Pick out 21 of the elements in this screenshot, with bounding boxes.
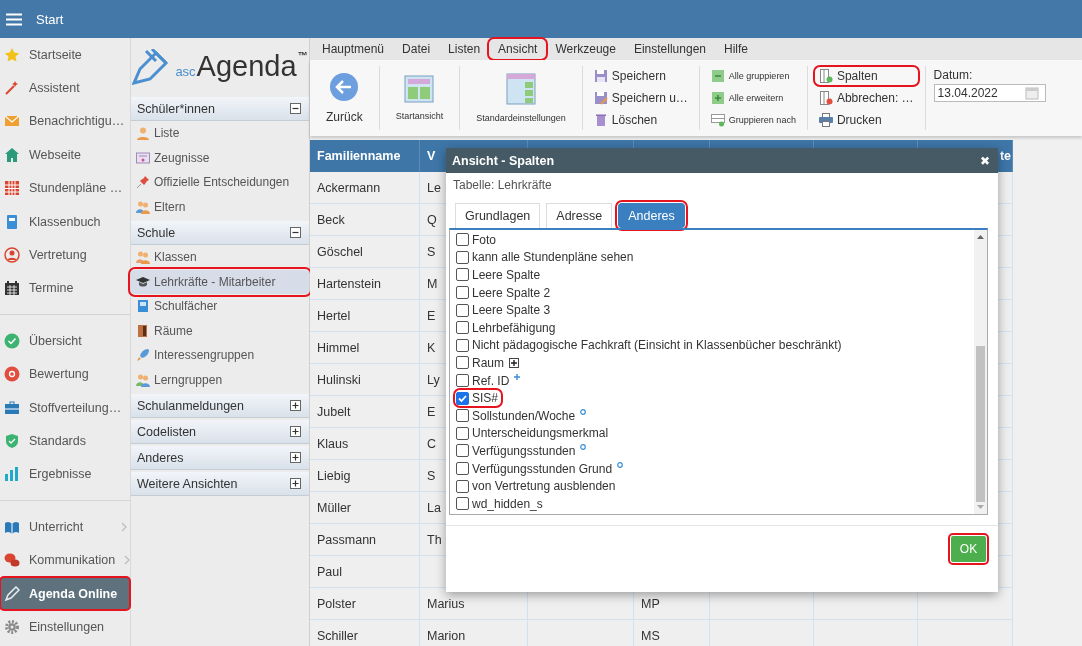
table-cell: Göschel (310, 236, 420, 268)
logo-text: asc (175, 64, 196, 79)
table-cell: Hulinski (310, 364, 420, 396)
table-cell: Passmann (310, 524, 420, 556)
table-cell: Müller (310, 492, 420, 524)
table-cell: Beck (310, 204, 420, 236)
trademark-mark: ™ (297, 50, 308, 61)
table-cell: Hartenstein (310, 268, 420, 300)
table-cell: Paul (310, 556, 420, 588)
logo-text: Agenda (196, 50, 297, 83)
table-cell: Polster (310, 588, 420, 620)
dialog-title: Ansicht - Spalten (452, 153, 555, 168)
checkbox-label: Ref. ID (472, 373, 510, 388)
table-cell: Himmel (310, 332, 420, 364)
table-cell: Hertel (310, 300, 420, 332)
app-title: Start (36, 11, 64, 27)
field-label: Datum: (933, 68, 974, 82)
table-cell: Klaus (310, 428, 420, 460)
table-cell: Liebig (310, 460, 420, 492)
table-cell: Jubelt (310, 396, 420, 428)
table-cell: Ackermann (310, 172, 420, 204)
